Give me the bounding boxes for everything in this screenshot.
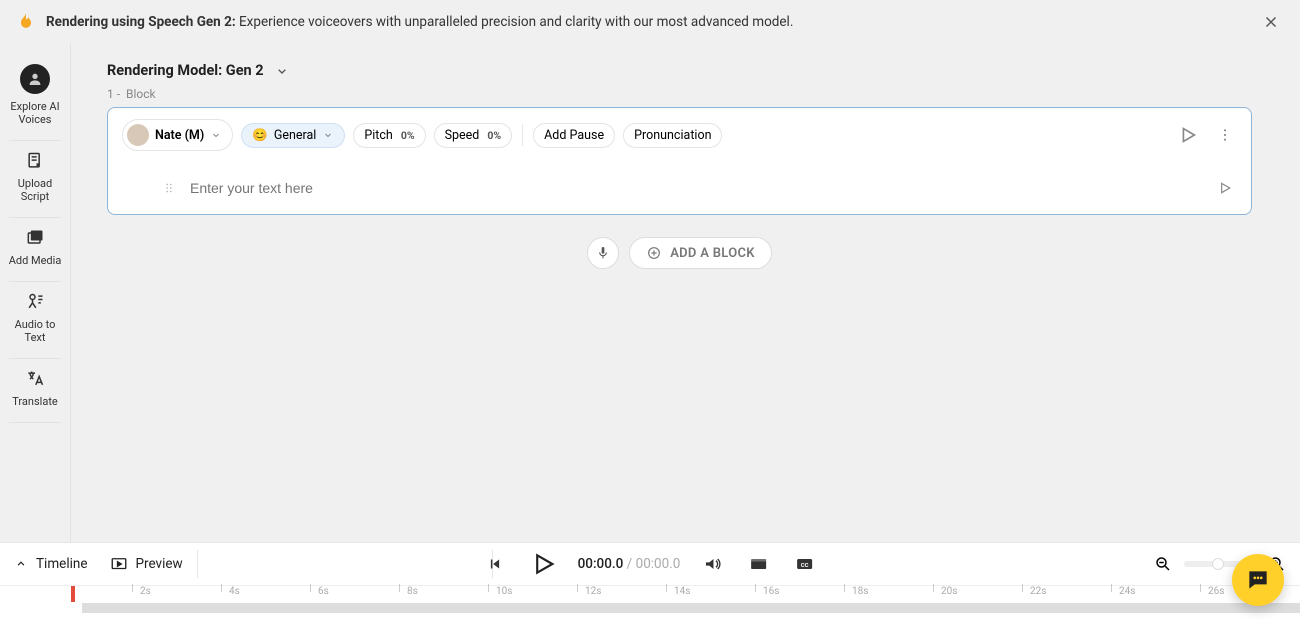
sidebar-item-explore-voices[interactable]: Explore AI Voices [0,56,70,138]
chat-fab[interactable] [1232,554,1284,606]
avatar [20,64,50,94]
ruler-tick: 8s [407,586,418,597]
chevron-down-icon [210,129,222,141]
sidebar-item-translate[interactable]: Translate [0,361,70,420]
ruler-tick: 12s [585,586,601,597]
announcement-banner: Rendering using Speech Gen 2: Experience… [0,0,1300,44]
pitch-value: 0% [401,129,415,142]
drag-handle-icon[interactable] [162,181,176,195]
pitch-control[interactable]: Pitch 0% [353,123,425,148]
divider [9,281,61,282]
add-block-label: ADD A BLOCK [670,246,755,261]
add-block-row: ADD A BLOCK [71,237,1288,269]
chevron-down-icon [322,129,334,141]
emotion-selector[interactable]: 😊 General [241,123,345,148]
timeline-track[interactable] [82,603,1300,613]
chevron-up-icon [14,557,28,571]
playhead-marker[interactable] [71,586,75,602]
plus-circle-icon [646,245,662,261]
voice-selector[interactable]: Nate (M) [122,119,233,151]
playback-controls: Timeline Preview 00:00.0 / 00:00.0 [0,543,1300,585]
block-text-row [122,176,1237,200]
ruler-tick: 26s [1208,586,1224,597]
sidebar-label: Audio to Text [4,318,66,344]
banner-close-button[interactable] [1258,9,1284,35]
volume-button[interactable] [698,550,726,578]
voice-name: Nate (M) [155,128,204,143]
ruler-tick: 10s [496,586,512,597]
preview-icon [110,555,128,573]
banner-text: Rendering using Speech Gen 2: Experience… [46,14,793,30]
sidebar-label: Translate [12,395,58,408]
main-editor: Rendering Model: Gen 2 1 - Block Nate (M… [71,44,1288,542]
pronunciation-button[interactable]: Pronunciation [623,123,722,148]
timeline-toggle[interactable]: Timeline [14,556,88,572]
block-text-input[interactable] [190,180,1213,196]
add-pause-button[interactable]: Add Pause [533,123,615,148]
chevron-down-icon [274,63,290,79]
ruler-tick: 18s [852,586,868,597]
divider [9,358,61,359]
divider [9,422,61,423]
pitch-label: Pitch [364,128,392,143]
record-button[interactable] [587,237,619,269]
divider [197,550,198,578]
model-label: Rendering Model: Gen 2 [107,62,264,79]
ruler-tick: 24s [1119,586,1135,597]
script-block: Nate (M) 😊 General Pitch 0% Speed 0% [107,107,1252,215]
time-display: 00:00.0 / 00:00.0 [578,556,681,572]
emotion-label: General [274,128,317,143]
ruler-tick: 22s [1030,586,1046,597]
block-toolbar: Nate (M) 😊 General Pitch 0% Speed 0% [122,118,1237,152]
preview-button[interactable]: Preview [110,555,183,573]
divider [522,124,523,146]
emoji-icon: 😊 [252,128,268,143]
speed-value: 0% [487,129,501,142]
play-button[interactable] [526,547,560,581]
speed-control[interactable]: Speed 0% [434,123,513,148]
timeline-label: Timeline [36,556,88,572]
bottom-bar: Timeline Preview 00:00.0 / 00:00.0 [0,542,1300,620]
play-block-button[interactable] [1171,118,1205,152]
slider-thumb[interactable] [1212,558,1224,570]
ruler-tick: 2s [140,586,151,597]
sidebar-item-audio-to-text[interactable]: Audio to Text [0,284,70,356]
ruler-tick: 14s [674,586,690,597]
block-more-button[interactable] [1213,123,1237,147]
flame-icon [16,12,36,32]
ruler-tick: 6s [318,586,329,597]
ruler-tick: 4s [229,586,240,597]
voice-avatar [127,124,149,146]
block-index-label: 1 - Block [71,87,1288,101]
add-block-button[interactable]: ADD A BLOCK [629,237,772,269]
sidebar: Explore AI Voices Upload Script Add Medi… [0,44,71,620]
ruler-tick: 20s [941,586,957,597]
play-line-button[interactable] [1213,176,1237,200]
svg-text:CC: CC [801,563,809,569]
divider [9,217,61,218]
zoom-out-button[interactable] [1154,555,1172,573]
timeline-ruler[interactable]: 2s 4s 6s 8s 10s 12s 14s 16s 18s 20s 22s 24s 26s [0,585,1300,603]
captions-button[interactable]: CC [790,550,818,578]
rendering-model-selector[interactable]: Rendering Model: Gen 2 [71,44,1288,87]
sidebar-item-add-media[interactable]: Add Media [0,220,70,279]
sidebar-item-upload-script[interactable]: Upload Script [0,143,70,215]
skip-previous-button[interactable] [482,551,508,577]
ruler-tick: 16s [763,586,779,597]
speed-label: Speed [445,128,480,143]
translate-icon [25,369,45,389]
video-button[interactable] [744,550,772,578]
sidebar-label: Add Media [9,254,62,267]
sidebar-label: Explore AI Voices [4,100,66,126]
divider [9,140,61,141]
upload-script-icon [25,151,45,171]
add-media-icon [25,228,45,248]
preview-label: Preview [136,556,183,572]
audio-to-text-icon [25,292,45,312]
sidebar-label: Upload Script [4,177,66,203]
